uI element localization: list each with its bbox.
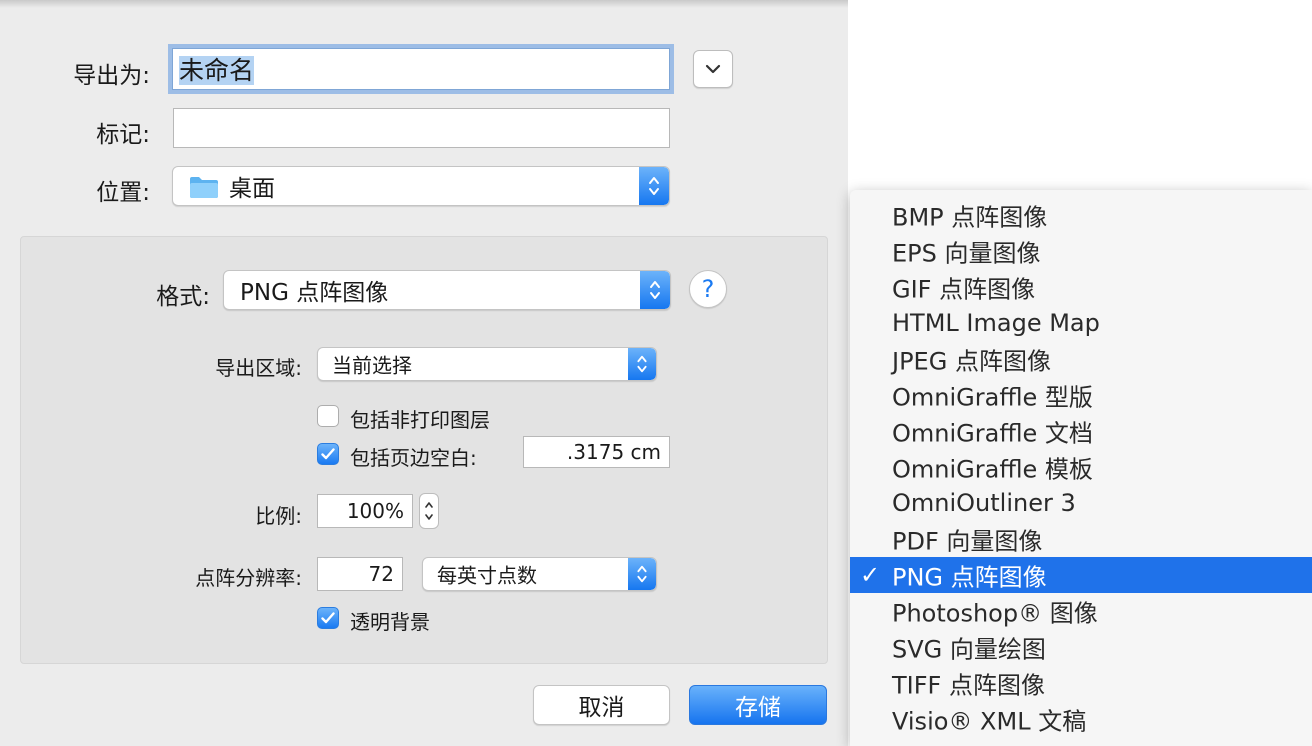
format-value: PNG 点阵图像: [240, 280, 389, 306]
folder-icon: [190, 177, 218, 198]
format-menu-item[interactable]: SVG 向量绘图: [850, 629, 1312, 665]
export-as-input[interactable]: 未命名: [172, 48, 670, 90]
resolution-value: 72: [368, 562, 394, 586]
tags-label: 标记:: [96, 122, 150, 148]
scale-label: 比例:: [255, 504, 302, 528]
up-down-arrows-icon: [425, 502, 433, 520]
format-menu-item-label: PDF 向量图像: [892, 527, 1043, 556]
format-menu-item[interactable]: ✓ PNG 点阵图像: [850, 557, 1312, 593]
format-menu-item[interactable]: HTML Image Map: [850, 305, 1312, 341]
resolution-unit-stepper[interactable]: [628, 558, 656, 590]
format-menu-item[interactable]: OmniGraffle 模板: [850, 449, 1312, 485]
up-down-arrows-icon: [637, 355, 647, 373]
scale-stepper[interactable]: [419, 493, 439, 529]
format-menu-item-label: BMP 点阵图像: [892, 203, 1048, 232]
format-menu-item-label: JPEG 点阵图像: [892, 347, 1051, 376]
format-menu-item[interactable]: GIF 点阵图像: [850, 269, 1312, 305]
tags-input[interactable]: [173, 108, 670, 148]
include-nonprinting-checkbox[interactable]: [317, 405, 339, 427]
include-margin-checkbox[interactable]: [317, 443, 339, 465]
resolution-input[interactable]: 72: [317, 557, 403, 591]
transparent-bg-label: 透明背景: [350, 610, 430, 634]
expand-dialog-button[interactable]: [693, 50, 733, 88]
margin-value: .3175 cm: [566, 440, 661, 464]
chevron-down-icon: [705, 64, 721, 74]
export-dialog: 导出为: 未命名 标记: 位置: 桌面 格式: PNG 点阵图像 ? 导出区域:…: [0, 0, 848, 746]
format-popup[interactable]: PNG 点阵图像: [223, 270, 671, 310]
format-menu-item[interactable]: BMP 点阵图像: [850, 197, 1312, 233]
up-down-arrows-icon: [637, 565, 647, 583]
format-menu-item[interactable]: TIFF 点阵图像: [850, 665, 1312, 701]
format-menu-item-label: OmniOutliner 3: [892, 489, 1076, 517]
format-menu-item-label: SVG 向量绘图: [892, 635, 1046, 664]
format-menu-item[interactable]: Visio® XML 文稿: [850, 701, 1312, 737]
format-menu-item-label: HTML Image Map: [892, 309, 1100, 337]
format-menu-item[interactable]: JPEG 点阵图像: [850, 341, 1312, 377]
format-stepper[interactable]: [640, 271, 670, 309]
format-menu-item-label: OmniGraffle 型版: [892, 383, 1093, 412]
format-label: 格式:: [156, 284, 210, 310]
resolution-label: 点阵分辨率:: [195, 566, 302, 590]
margin-input[interactable]: .3175 cm: [523, 436, 670, 468]
format-menu-item-label: PNG 点阵图像: [892, 563, 1047, 592]
export-area-stepper[interactable]: [628, 348, 656, 380]
checkmark-icon: ✓: [860, 561, 881, 589]
export-area-label: 导出区域:: [215, 356, 302, 380]
scale-value: 100%: [346, 499, 404, 523]
format-dropdown-menu: BMP 点阵图像 EPS 向量图像 GIF 点阵图像 HTML Image Map JP…: [850, 190, 1312, 746]
format-menu-item-label: OmniGraffle 文档: [892, 419, 1093, 448]
scale-input[interactable]: 100%: [317, 494, 413, 528]
format-menu-item[interactable]: OmniOutliner 3: [850, 485, 1312, 521]
dialog-top-edge: [0, 0, 848, 8]
format-menu-item-label: Photoshop® 图像: [892, 599, 1098, 628]
format-menu-item[interactable]: OmniGraffle 文档: [850, 413, 1312, 449]
export-area-popup[interactable]: 当前选择: [317, 347, 657, 381]
format-menu-item-label: OmniGraffle 模板: [892, 455, 1093, 484]
format-menu-item-label: GIF 点阵图像: [892, 275, 1036, 304]
up-down-arrows-icon: [649, 177, 659, 195]
export-as-label: 导出为:: [73, 63, 150, 89]
format-menu-item[interactable]: EPS 向量图像: [850, 233, 1312, 269]
save-button[interactable]: 存储: [689, 685, 827, 725]
location-label: 位置:: [96, 180, 150, 206]
include-nonprinting-label: 包括非打印图层: [350, 408, 490, 432]
export-area-value: 当前选择: [332, 353, 412, 378]
help-button[interactable]: ?: [689, 270, 727, 308]
location-popup[interactable]: 桌面: [172, 166, 670, 206]
format-menu-item[interactable]: Photoshop® 图像: [850, 593, 1312, 629]
format-menu-item-label: EPS 向量图像: [892, 239, 1041, 268]
format-menu-item[interactable]: OmniGraffle 型版: [850, 377, 1312, 413]
export-as-value: 未命名: [179, 56, 255, 85]
format-menu-item-label: Visio® XML 文稿: [892, 707, 1087, 736]
format-menu-item[interactable]: PDF 向量图像: [850, 521, 1312, 557]
checkmark-icon: [321, 612, 335, 624]
up-down-arrows-icon: [650, 281, 660, 299]
location-value: 桌面: [229, 176, 275, 202]
include-margin-label: 包括页边空白:: [350, 446, 477, 470]
checkmark-icon: [321, 448, 335, 460]
resolution-unit-popup[interactable]: 每英寸点数: [422, 557, 657, 591]
transparent-bg-checkbox[interactable]: [317, 607, 339, 629]
cancel-button[interactable]: 取消: [533, 685, 670, 725]
format-menu-item-label: TIFF 点阵图像: [892, 671, 1045, 700]
resolution-unit-value: 每英寸点数: [437, 563, 537, 588]
location-stepper[interactable]: [639, 167, 669, 205]
